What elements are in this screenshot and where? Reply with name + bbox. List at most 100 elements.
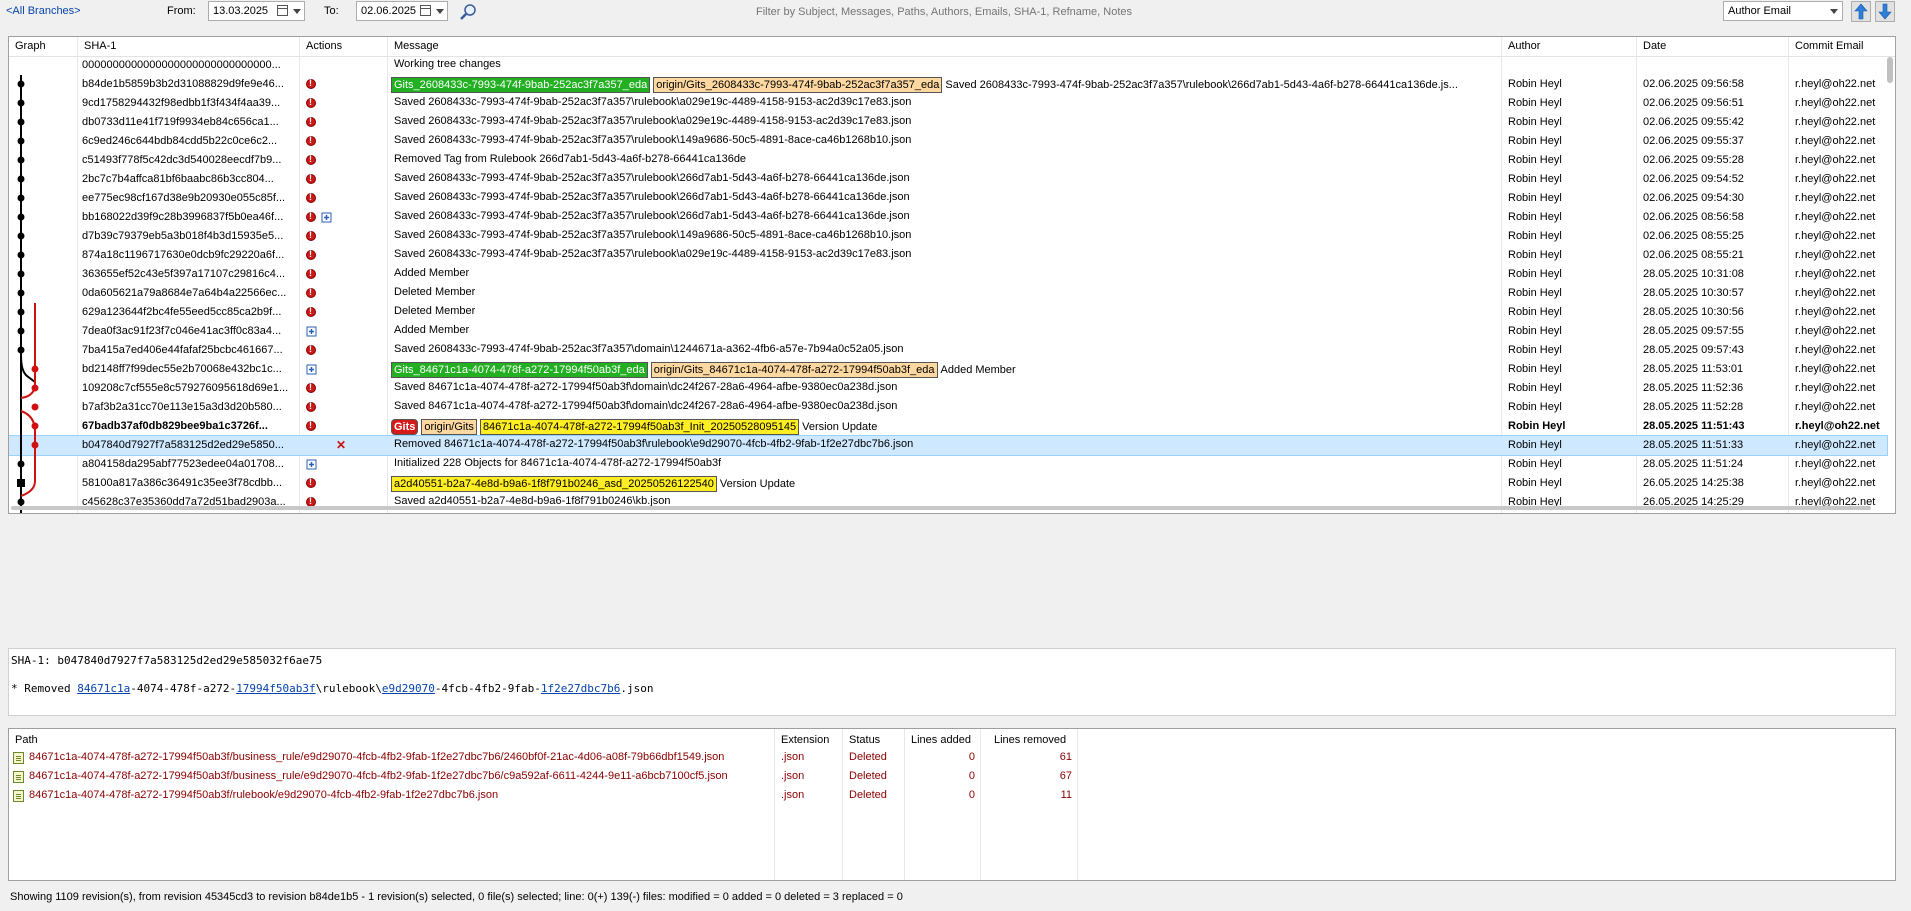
commit-row[interactable]: 0000000000000000000000000000000... Workin… bbox=[9, 56, 1887, 75]
conflict-action-icon[interactable] bbox=[306, 477, 316, 488]
horizontal-scrollbar[interactable] bbox=[11, 505, 1881, 511]
previous-match-button[interactable] bbox=[1851, 1, 1871, 22]
message-fragment: -4fcb-4fb2-9fab- bbox=[434, 682, 541, 695]
add-action-icon[interactable] bbox=[321, 212, 332, 223]
commit-row[interactable]: db0733d11e41f719f9934eb84c656ca1... Saved… bbox=[9, 113, 1887, 132]
conflict-action-icon[interactable] bbox=[306, 173, 316, 184]
conflict-action-icon[interactable] bbox=[306, 211, 316, 222]
file-lines-added: 0 bbox=[968, 751, 975, 763]
conflict-action-icon[interactable] bbox=[306, 287, 316, 298]
conflict-action-icon[interactable] bbox=[306, 135, 316, 146]
conflict-action-icon[interactable] bbox=[306, 97, 316, 108]
remove-action-icon[interactable]: ✕ bbox=[336, 439, 347, 451]
column-header-message[interactable]: Message bbox=[394, 40, 439, 52]
commit-email: r.heyl@oh22.net bbox=[1795, 344, 1876, 356]
commit-author: Robin Heyl bbox=[1508, 230, 1562, 242]
vertical-scrollbar[interactable] bbox=[1887, 57, 1893, 83]
commit-row[interactable]: 109208c7cf555e8c579276095618d69e1... Save… bbox=[9, 379, 1887, 398]
commit-row[interactable]: bb168022d39f9c28b3996837f5b0ea46f... Save… bbox=[9, 208, 1887, 227]
conflict-action-icon[interactable] bbox=[306, 78, 316, 89]
files-column-lines-added[interactable]: Lines added bbox=[911, 734, 971, 746]
commit-author: Robin Heyl bbox=[1508, 344, 1562, 356]
changed-files-table[interactable]: Path Extension Status Lines added Lines … bbox=[8, 728, 1896, 881]
ref-label[interactable]: origin/Gits_2608433c-7993-474f-9bab-252a… bbox=[653, 77, 943, 93]
commit-row[interactable]: 0da605621a79a8684e7a64b4a22566ec... Delet… bbox=[9, 284, 1887, 303]
commit-row[interactable]: 540b77230d6c60fd030dd6990bf717aa...Resol… bbox=[9, 512, 1887, 513]
files-column-path[interactable]: Path bbox=[15, 734, 38, 746]
next-match-button[interactable] bbox=[1875, 1, 1895, 22]
ref-label[interactable]: Gits bbox=[391, 419, 419, 435]
commit-row[interactable]: 58100a817a386c36491c35ee3f78cdbb... a2d40… bbox=[9, 474, 1887, 493]
commit-node bbox=[17, 289, 25, 297]
conflict-action-icon[interactable] bbox=[306, 420, 316, 431]
commit-row[interactable]: b7af3b2a31cc70e113e15a3d3d20b580... Saved… bbox=[9, 398, 1887, 417]
column-header-sha[interactable]: SHA-1 bbox=[84, 40, 116, 52]
file-row[interactable]: 84671c1a-4074-478f-a272-17994f50ab3f/bus… bbox=[9, 767, 1089, 786]
ref-label[interactable]: origin/Gits_84671c1a-4074-478f-a272-1799… bbox=[650, 362, 938, 378]
files-column-status[interactable]: Status bbox=[849, 734, 880, 746]
commit-row[interactable]: b84de1b5859b3b2d31088829d9fe9e46... Gits_… bbox=[9, 75, 1887, 94]
commit-row[interactable]: ee775ec98cf167d38e9b20930e055c85f... Save… bbox=[9, 189, 1887, 208]
file-lines-added: 0 bbox=[968, 770, 975, 782]
commit-row[interactable]: 363655ef52c43e5f397a17107c29816c4... Adde… bbox=[9, 265, 1887, 284]
ref-label[interactable]: a2d40551-b2a7-4e8d-b9a6-1f8f791b0246_asd… bbox=[391, 476, 717, 492]
files-column-lines-removed[interactable]: Lines removed bbox=[994, 734, 1066, 746]
conflict-action-icon[interactable] bbox=[306, 154, 316, 165]
ref-label[interactable]: Gits_2608433c-7993-474f-9bab-252ac3f7a35… bbox=[391, 77, 651, 93]
all-branches-link[interactable]: <All Branches> bbox=[6, 5, 81, 17]
commit-email: r.heyl@oh22.net bbox=[1795, 173, 1876, 185]
commit-row[interactable]: 7ba415a7ed406e44fafaf25bcbc461667... Save… bbox=[9, 341, 1887, 360]
from-date-picker[interactable]: 13.03.2025 bbox=[208, 1, 305, 21]
commit-row[interactable]: b047840d7927f7a583125d2ed29e5850... ✕ Remo… bbox=[9, 435, 1888, 456]
hash-link[interactable]: 84671c1a bbox=[77, 682, 130, 695]
column-header-date[interactable]: Date bbox=[1643, 40, 1666, 52]
column-header-commit-email[interactable]: Commit Email bbox=[1795, 40, 1863, 52]
commit-row[interactable]: 7dea0f3ac91f23f7c046e41ac3ff0c83a4... Add… bbox=[9, 322, 1887, 341]
conflict-action-icon[interactable] bbox=[306, 192, 316, 203]
commit-row[interactable]: 874a18c1196717630e0dcb9fc29220a6f... Save… bbox=[9, 246, 1887, 265]
commit-row[interactable]: a804158da295abf77523edee04a01708... Initi… bbox=[9, 455, 1887, 474]
file-row[interactable]: 84671c1a-4074-478f-a272-17994f50ab3f/rul… bbox=[9, 786, 1089, 805]
conflict-action-icon[interactable] bbox=[306, 116, 316, 127]
column-header-actions[interactable]: Actions bbox=[306, 40, 342, 52]
ref-label[interactable]: Gits_84671c1a-4074-478f-a272-17994f50ab3… bbox=[391, 362, 648, 378]
hash-link[interactable]: 17994f50ab3f bbox=[236, 682, 315, 695]
hash-link[interactable]: 1f2e27dbc7b6 bbox=[541, 682, 620, 695]
conflict-action-icon[interactable] bbox=[306, 230, 316, 241]
conflict-action-icon[interactable] bbox=[306, 382, 316, 393]
commit-row[interactable]: 9cd1758294432f98edbb1f3f434f4aa39... Save… bbox=[9, 94, 1887, 113]
conflict-action-icon[interactable] bbox=[306, 249, 316, 260]
hash-link[interactable]: e9d29070 bbox=[382, 682, 435, 695]
to-date-picker[interactable]: 02.06.2025 bbox=[356, 1, 448, 21]
commit-message: Saved 84671c1a-4074-478f-a272-17994f50ab… bbox=[391, 400, 897, 412]
commit-date: 28.05.2025 11:51:43 bbox=[1643, 420, 1745, 432]
commit-row[interactable]: 67badb37af0db829bee9ba1c3726f... Gitsorig… bbox=[9, 417, 1887, 436]
conflict-action-icon[interactable] bbox=[306, 344, 316, 355]
ref-label[interactable]: 84671c1a-4074-478f-a272-17994f50ab3f_Ini… bbox=[479, 419, 800, 435]
add-action-icon[interactable] bbox=[306, 459, 317, 470]
add-action-icon[interactable] bbox=[306, 364, 317, 375]
commit-date: 02.06.2025 09:56:58 bbox=[1643, 78, 1744, 90]
conflict-action-icon[interactable] bbox=[306, 401, 316, 412]
column-header-author[interactable]: Author bbox=[1508, 40, 1540, 52]
commit-author: Robin Heyl bbox=[1508, 268, 1562, 280]
commit-row[interactable]: 629a123644f2bc4fe55eed5cc85ca2b9f... Dele… bbox=[9, 303, 1887, 322]
commit-message: Removed Tag from Rulebook 266d7ab1-5d43-… bbox=[391, 153, 746, 165]
revision-grid[interactable]: Graph SHA-1 Actions Message Author Date … bbox=[8, 36, 1896, 514]
search-field-select[interactable]: Author Email bbox=[1723, 1, 1843, 21]
search-button[interactable] bbox=[458, 2, 478, 22]
conflict-action-icon[interactable] bbox=[306, 306, 316, 317]
commit-row[interactable]: 6c9ed246c644bdb84cdd5b22c0ce6c2... Saved … bbox=[9, 132, 1887, 151]
commit-row[interactable]: 2bc7c7b4affca81bf6baabc86b3cc804... Saved… bbox=[9, 170, 1887, 189]
commit-row[interactable]: c51493f778f5c42dc3d540028eecdf7b9... Remo… bbox=[9, 151, 1887, 170]
commit-sha: 363655ef52c43e5f397a17107c29816c4... bbox=[82, 268, 286, 280]
commit-row[interactable]: bd2148ff7f99dec55e2b70068e432bc1c... Gits… bbox=[9, 360, 1887, 379]
column-header-graph[interactable]: Graph bbox=[15, 40, 46, 52]
add-action-icon[interactable] bbox=[306, 326, 317, 337]
commit-row[interactable]: d7b39c79379eb5a3b018f4b3d15935e5... Saved… bbox=[9, 227, 1887, 246]
filter-input[interactable] bbox=[486, 1, 1402, 23]
ref-label[interactable]: origin/Gits bbox=[421, 419, 477, 435]
file-row[interactable]: 84671c1a-4074-478f-a272-17994f50ab3f/bus… bbox=[9, 748, 1089, 767]
files-column-extension[interactable]: Extension bbox=[781, 734, 829, 746]
conflict-action-icon[interactable] bbox=[306, 268, 316, 279]
